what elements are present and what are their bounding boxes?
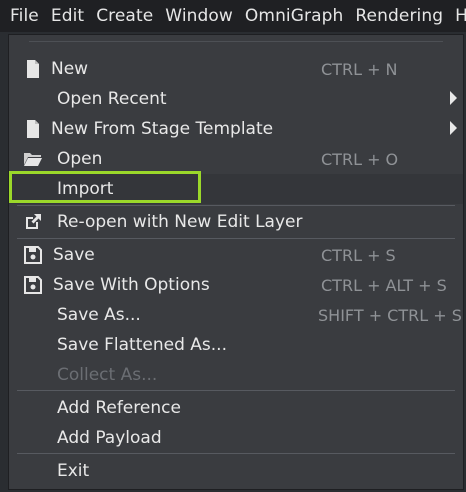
menu-item-shortcut: CTRL + ALT + S: [321, 276, 447, 295]
menu-item-save-as[interactable]: Save As... SHIFT + CTRL + S: [9, 300, 465, 330]
menu-item-label: Re-open with New Edit Layer: [57, 212, 303, 232]
menu-window[interactable]: Window: [159, 0, 239, 32]
menu-item-open-recent[interactable]: Open Recent: [9, 84, 465, 114]
menu-item-label: New From Stage Template: [51, 119, 274, 139]
menu-item-save-flattened-as[interactable]: Save Flattened As...: [9, 330, 465, 360]
menu-file[interactable]: File: [0, 0, 45, 32]
menu-item-label: Open: [57, 149, 103, 169]
menu-item-open[interactable]: Open CTRL + O: [9, 144, 465, 174]
menu-item-save[interactable]: Save CTRL + S: [9, 240, 465, 270]
menubar: File Edit Create Window OmniGraph Render…: [0, 0, 466, 32]
menu-item-collect-as: Collect As...: [9, 360, 465, 390]
menu-edit[interactable]: Edit: [45, 0, 90, 32]
menu-rendering[interactable]: Rendering: [349, 0, 449, 32]
menu-item-label: New: [51, 59, 89, 79]
menu-omnigraph[interactable]: OmniGraph: [239, 0, 349, 32]
menu-item-exit[interactable]: Exit: [9, 456, 465, 486]
menu-item-save-with-options[interactable]: Save With Options CTRL + ALT + S: [9, 270, 465, 300]
menu-item-reopen-new-edit-layer[interactable]: Re-open with New Edit Layer: [9, 207, 465, 237]
menu-divider: [17, 453, 455, 454]
chevron-right-icon: [450, 91, 457, 105]
menu-create[interactable]: Create: [90, 0, 159, 32]
menu-item-label: Exit: [57, 461, 90, 481]
menu-help[interactable]: Help: [449, 0, 466, 32]
menu-divider: [17, 238, 455, 239]
file-menu-dropdown: New CTRL + N Open Recent New From Stage …: [8, 34, 464, 490]
save-icon: [23, 275, 43, 295]
chevron-right-icon: [450, 121, 457, 135]
document-icon: [23, 119, 43, 139]
menu-divider: [17, 390, 455, 391]
menu-item-new[interactable]: New CTRL + N: [9, 54, 465, 84]
menu-item-add-payload[interactable]: Add Payload: [9, 423, 465, 453]
import-highlight-box: [9, 171, 201, 203]
save-icon: [23, 245, 43, 265]
external-link-icon: [23, 212, 43, 232]
menu-item-add-reference[interactable]: Add Reference: [9, 393, 465, 423]
menu-item-shortcut: CTRL + O: [321, 150, 399, 169]
menu-item-shortcut: CTRL + N: [321, 60, 398, 79]
app-window: File Edit Create Window OmniGraph Render…: [0, 0, 466, 492]
menu-item-label: Save Flattened As...: [57, 335, 227, 355]
menu-item-shortcut: SHIFT + CTRL + S: [318, 306, 462, 325]
menu-item-label: Save With Options: [53, 275, 210, 295]
menu-top-divider: [29, 41, 443, 42]
menu-item-new-from-stage-template[interactable]: New From Stage Template: [9, 114, 465, 144]
document-icon: [23, 59, 43, 79]
menu-item-label: Save: [53, 245, 95, 265]
menu-item-label: Collect As...: [57, 365, 158, 385]
menu-item-label: Open Recent: [57, 89, 167, 109]
folder-open-icon: [23, 149, 43, 169]
menu-item-label: Add Payload: [57, 428, 162, 448]
menu-item-label: Save As...: [57, 305, 141, 325]
menu-divider: [17, 205, 455, 206]
menu-item-label: Add Reference: [57, 398, 181, 418]
menu-item-shortcut: CTRL + S: [321, 246, 396, 265]
